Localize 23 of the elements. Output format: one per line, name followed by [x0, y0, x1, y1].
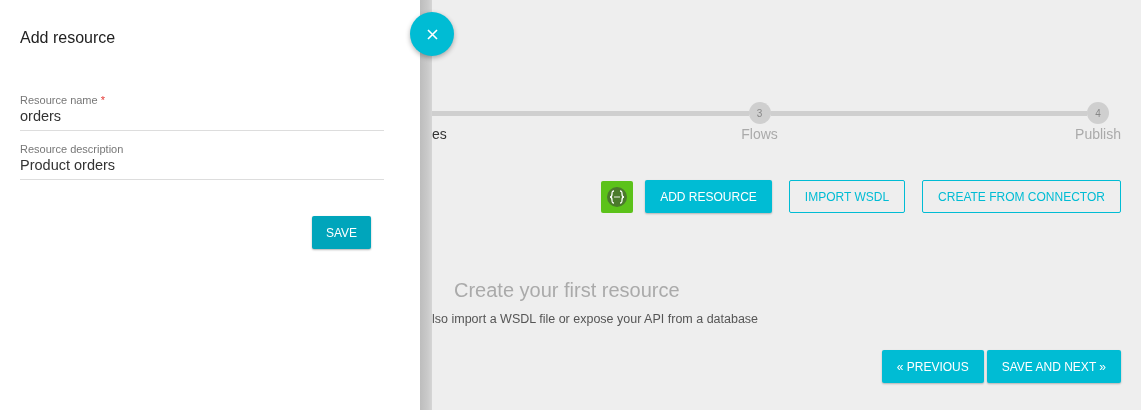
step-label: es — [432, 126, 447, 144]
field-label: Resource description — [20, 143, 124, 155]
previous-button[interactable]: « PREVIOUS — [881, 350, 984, 383]
field-value: orders — [20, 108, 63, 124]
close-icon — [426, 28, 438, 40]
add-resource-button[interactable]: ADD RESOURCE — [645, 180, 772, 213]
text-field[interactable]: Resource description Product orders — [20, 143, 384, 180]
text-field[interactable]: Resource name * orders — [20, 94, 384, 131]
step-number: 3 — [748, 102, 771, 124]
save-button[interactable]: SAVE — [311, 216, 371, 249]
field-value: Product orders — [20, 157, 117, 173]
step-number: 4 — [1087, 102, 1109, 124]
save-and-next-button[interactable]: SAVE AND NEXT » — [986, 350, 1121, 383]
drawer-title: Add resource — [20, 29, 117, 47]
create-from-connector-button[interactable]: CREATE FROM CONNECTOR — [922, 180, 1121, 213]
field-label: Resource name — [20, 94, 98, 106]
step-label: Flows — [741, 126, 778, 144]
empty-state-title: Create your first resource — [454, 279, 681, 302]
code-braces-icon — [601, 180, 634, 213]
import-wsdl-button[interactable]: IMPORT WSDL — [788, 180, 906, 213]
empty-state-text: lso import a WSDL file or expose your API from a database — [432, 312, 760, 326]
step-label: Publish — [1075, 126, 1121, 144]
required-mark: * — [100, 94, 105, 106]
